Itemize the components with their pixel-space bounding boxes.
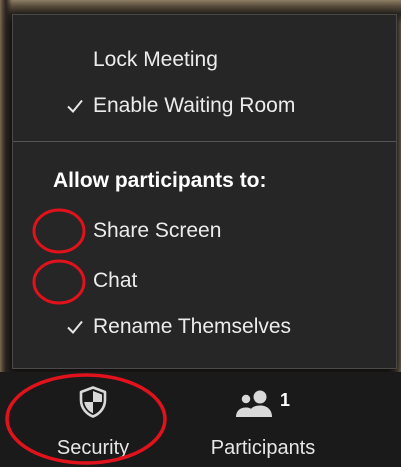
security-label: Security [56,437,130,459]
enable-waiting-room-label: Enable Waiting Room [93,94,296,117]
checkmark-icon [67,320,83,334]
enable-waiting-room-item[interactable]: Enable Waiting Room [13,86,396,126]
security-button[interactable]: Security [28,372,158,467]
share-screen-label: Share Screen [93,219,222,242]
lock-meeting-label: Lock Meeting [93,48,218,71]
security-menu: Lock Meeting Enable Waiting Room Allow p… [12,14,397,369]
shield-icon [79,386,107,418]
menu-divider [13,141,396,142]
meeting-toolbar: Security 1 Participants [0,372,401,467]
rename-themselves-item[interactable]: Rename Themselves [13,307,396,347]
people-icon [236,390,272,417]
chat-label: Chat [93,269,138,292]
checkmark-icon [67,99,83,113]
participants-label: Participants [210,437,316,459]
lock-meeting-item[interactable]: Lock Meeting [13,40,396,80]
participants-button[interactable]: 1 Participants [188,372,338,467]
participants-count-badge: 1 [280,390,291,410]
share-screen-item[interactable]: Share Screen [13,211,396,251]
rename-themselves-label: Rename Themselves [93,315,292,338]
chat-item[interactable]: Chat [13,261,396,301]
allow-participants-heading: Allow participants to: [53,169,267,192]
